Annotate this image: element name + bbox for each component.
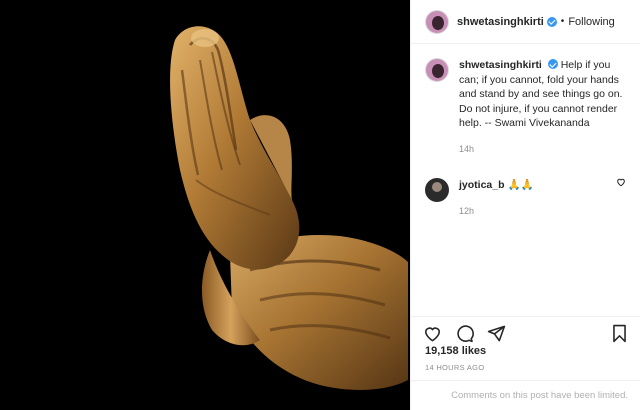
comment-like-heart-icon[interactable] — [616, 174, 626, 192]
share-icon[interactable] — [485, 323, 507, 345]
comment-username[interactable]: jyotica_b — [459, 179, 505, 191]
comments-limited-notice: Comments on this post have been limited. — [411, 380, 640, 410]
following-button[interactable]: Following — [568, 16, 614, 28]
separator-dot: • — [560, 16, 565, 27]
comment-icon[interactable] — [453, 323, 475, 345]
caption-username[interactable]: shwetasinghkirti — [459, 59, 542, 71]
verified-badge-icon — [547, 59, 558, 69]
comment-item: jyotica_b 🙏🙏 12h — [425, 178, 628, 218]
caption: shwetasinghkirti Help if you can; if you… — [425, 58, 628, 156]
likes-count[interactable]: 19,158 likes — [425, 345, 486, 357]
post-timestamp[interactable]: 14 HOURS AGO — [425, 363, 484, 372]
verified-badge-icon — [546, 16, 557, 27]
commenter-avatar[interactable] — [425, 178, 449, 202]
post-sidebar: shwetasinghkirti • Following shwetasingh… — [410, 0, 640, 410]
caption-avatar[interactable] — [425, 58, 449, 82]
comment-time[interactable]: 12h — [459, 204, 628, 219]
post-header: shwetasinghkirti • Following — [411, 0, 640, 44]
author-avatar[interactable] — [425, 9, 449, 34]
header-username[interactable]: shwetasinghkirti — [457, 16, 544, 28]
comment-text: 🙏🙏 — [507, 179, 534, 191]
comments-area: shwetasinghkirti Help if you can; if you… — [411, 44, 640, 316]
heart-icon[interactable] — [421, 323, 443, 345]
action-bar — [411, 316, 640, 344]
caption-time[interactable]: 14h — [459, 142, 628, 157]
praying-hands-image — [0, 0, 410, 410]
post-image[interactable] — [0, 0, 410, 410]
bookmark-icon[interactable] — [608, 323, 630, 345]
